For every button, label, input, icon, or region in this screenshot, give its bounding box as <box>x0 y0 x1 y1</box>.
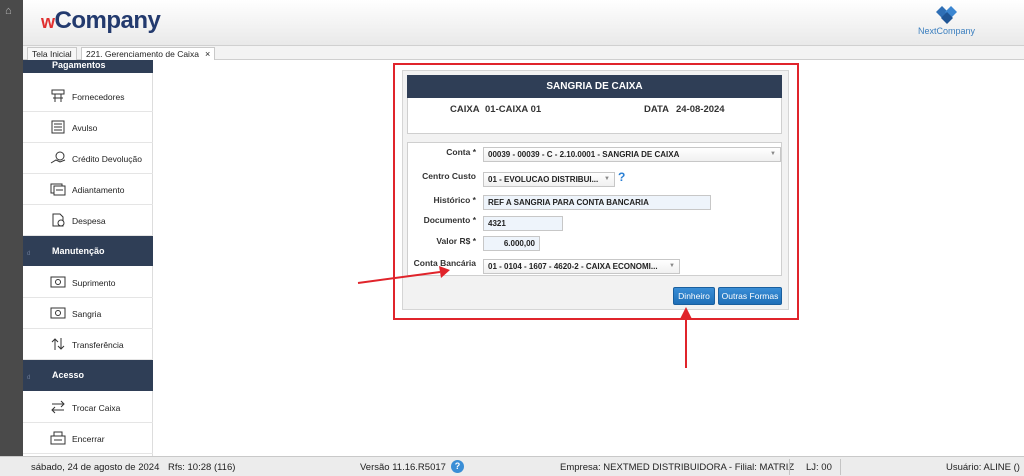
advance-icon <box>50 183 66 196</box>
caixa-value: 01-CAIXA 01 <box>485 104 542 115</box>
status-empresa: Empresa: NEXTMED DISTRIBUIDORA - Filial:… <box>560 462 795 473</box>
status-bar: sábado, 24 de agosto de 2024 Rfs: 10:28 … <box>0 456 1024 476</box>
outras-formas-button[interactable]: Outras Formas <box>718 287 782 305</box>
status-rfs: Rfs: 10:28 (116) <box>168 462 236 473</box>
sidebar-item-credito-devolucao[interactable]: Crédito Devolução <box>23 143 153 174</box>
tab-home[interactable]: Tela Inicial <box>27 47 77 60</box>
ledger-icon <box>51 120 65 134</box>
documento-input[interactable]: 4321 <box>483 216 563 231</box>
sidebar-section-acesso: d Acesso <box>23 360 153 391</box>
conta-bancaria-label: Conta Bancária <box>413 258 476 268</box>
register-icon <box>50 431 66 445</box>
documento-label: Documento * <box>423 215 476 225</box>
conta-select[interactable]: 00039 - 00039 - C - 2.10.0001 - SANGRIA … <box>483 147 781 162</box>
sidebar-item-sangria[interactable]: Sangria <box>23 298 153 329</box>
swap-icon <box>51 400 65 414</box>
tab-cash-management[interactable]: 221. Gerenciamento de Caixa × <box>81 47 216 60</box>
dinheiro-button[interactable]: Dinheiro <box>673 287 715 305</box>
sidebar-item-trocar-caixa[interactable]: Trocar Caixa <box>23 392 153 423</box>
sidebar-item-avulso[interactable]: Avulso <box>23 112 153 143</box>
refund-icon <box>50 151 66 164</box>
conta-bancaria-select[interactable]: 01 - 0104 - 1607 - 4620-2 - CAIXA ECONOM… <box>483 259 680 274</box>
brand-logo: wCompany <box>41 7 161 34</box>
status-usuario: Usuário: ALINE () <box>946 462 1020 473</box>
sidebar-item-transferencia[interactable]: Transferência <box>23 329 153 360</box>
help-icon[interactable]: ? <box>451 460 464 473</box>
help-icon[interactable]: ? <box>618 170 625 184</box>
valor-input[interactable]: 6.000,00 <box>483 236 540 251</box>
valor-label: Valor R$ * <box>436 236 476 246</box>
transfer-icon <box>51 338 65 350</box>
close-tab-icon[interactable]: × <box>205 49 210 59</box>
cash-in-icon <box>50 276 66 288</box>
chevron-down-icon: ▼ <box>604 176 610 182</box>
status-lj: LJ: 00 <box>806 462 832 473</box>
sidebar-item-suprimento[interactable]: Suprimento <box>23 267 153 298</box>
cash-out-icon <box>50 307 66 319</box>
status-version: Versão 11.16.R5017 <box>360 462 446 473</box>
data-value: 24-08-2024 <box>676 104 725 115</box>
data-label: DATA <box>644 104 669 115</box>
home-icon[interactable]: ⌂ <box>5 6 17 17</box>
cash-info-box: CAIXA 01-CAIXA 01 DATA 24-08-2024 <box>407 98 782 134</box>
sidebar-item-adiantamento[interactable]: Adiantamento <box>23 174 153 205</box>
historico-input[interactable]: REF A SANGRIA PARA CONTA BANCARIA <box>483 195 711 210</box>
centro-custo-label: Centro Custo <box>422 171 476 181</box>
conta-label: Conta * <box>446 147 476 157</box>
partner-logo: NextCompany <box>918 4 982 38</box>
sidebar: Pagamentos Fornecedores Avulso Crédito D… <box>23 60 153 456</box>
app-header: wCompany NextCompany <box>23 0 1024 46</box>
historico-label: Histórico * <box>433 195 476 205</box>
sidebar-item-encerrar[interactable]: Encerrar <box>23 423 153 454</box>
form-title: SANGRIA DE CAIXA <box>407 75 782 98</box>
tab-bar: Tela Inicial 221. Gerenciamento de Caixa… <box>23 46 1024 60</box>
centro-custo-select[interactable]: 01 - EVOLUCAO DISTRIBUI... ▼ <box>483 172 615 187</box>
sidebar-item-despesa[interactable]: Despesa <box>23 205 153 236</box>
sidebar-section-pagamentos: Pagamentos <box>23 60 153 73</box>
partner-logo-icon <box>936 6 957 24</box>
status-divider <box>840 459 841 475</box>
caixa-label: CAIXA <box>450 104 480 115</box>
chevron-down-icon: ▼ <box>770 151 776 157</box>
sidebar-item-fornecedores[interactable]: Fornecedores <box>23 81 153 112</box>
sidebar-section-manutencao: d Manutenção <box>23 236 153 266</box>
left-nav-strip: ⌂ <box>0 0 23 456</box>
expense-icon <box>52 213 65 227</box>
chevron-down-icon: ▼ <box>669 263 675 269</box>
supplier-icon <box>51 89 65 102</box>
status-date: sábado, 24 de agosto de 2024 <box>31 462 160 473</box>
status-divider <box>789 459 790 475</box>
